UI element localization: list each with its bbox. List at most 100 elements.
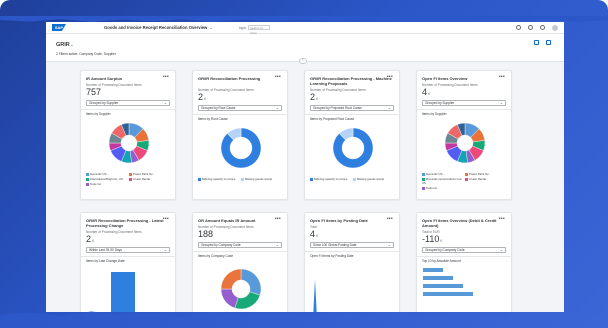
kpi-value: 188	[198, 229, 214, 239]
ovp-card[interactable]: GR/IR Reconciliation Processing - Machin…	[304, 70, 400, 200]
card-chart[interactable]	[81, 117, 176, 200]
legend-swatch	[465, 177, 468, 181]
ovp-card[interactable]: Open FI Items Overview ••• Number of Proce…	[416, 70, 512, 200]
shell-bar: SAP Goods and Invoice Receipt Reconcilia…	[46, 22, 564, 35]
card-chart[interactable]	[305, 122, 400, 200]
group-by-select[interactable]: Grouped by Supplier	[422, 100, 506, 106]
ovp-card[interactable]: GR/IR Reconciliation Processing ••• Number…	[192, 70, 288, 200]
card-chart[interactable]	[305, 259, 400, 312]
app-title[interactable]: Goods and Invoice Receipt Reconciliation…	[104, 25, 207, 30]
legend-label: Tools Inc.	[90, 182, 102, 186]
bar[interactable]	[111, 272, 135, 312]
more-icon[interactable]: •••	[499, 74, 505, 80]
card-title[interactable]: IR Amount Surplus	[86, 76, 170, 81]
card-title[interactable]: Open FI Items by Posting Date	[310, 218, 394, 223]
card-chart[interactable]	[417, 264, 512, 312]
kpi-unit: K	[440, 239, 443, 243]
legend-label: Domestic US...	[90, 172, 109, 176]
group-by-select[interactable]: Grouped by Supplier	[86, 100, 170, 106]
donut-slice[interactable]	[220, 288, 239, 309]
collapse-header-button[interactable]: ⌃	[299, 58, 307, 64]
bar[interactable]	[423, 292, 473, 296]
gear-icon[interactable]	[528, 24, 533, 30]
area-series[interactable]	[313, 279, 317, 312]
more-icon[interactable]: •••	[499, 216, 505, 222]
card-title[interactable]: GR/IR Reconciliation Processing	[198, 76, 282, 81]
group-by-select[interactable]: Grouped by Root Cause	[198, 105, 282, 111]
more-icon[interactable]: •••	[387, 74, 393, 80]
legend-swatch	[353, 177, 356, 181]
group-by-select[interactable]: Grouped by Company Code	[422, 247, 506, 253]
page-title[interactable]: GRIR	[56, 42, 70, 48]
ovp-card[interactable]: GR/IR Reconciliation Processing - Latest…	[80, 212, 176, 312]
legend-item[interactable]: Power Parts Inc.	[129, 172, 172, 176]
chevron-down-icon[interactable]: ⌄	[209, 25, 212, 30]
legend-swatch	[465, 172, 468, 176]
ovp-card[interactable]: Open FI Items Overview (Debit & Credit A…	[416, 212, 512, 312]
legend-swatch	[422, 186, 425, 190]
more-icon[interactable]: •••	[163, 74, 169, 80]
ovp-card[interactable]: Open FI Items by Posting Date ••• Total 4K S…	[304, 212, 400, 312]
kpi-value: 2K	[198, 92, 207, 102]
bar[interactable]	[423, 268, 443, 272]
card-title[interactable]: GR Amount Equals IR Amount	[198, 218, 282, 223]
legend-item[interactable]: Differing quantity in invoice	[310, 177, 353, 181]
legend-item[interactable]: International Bright Ac. US	[86, 177, 129, 181]
donut-slice[interactable]	[220, 268, 242, 290]
chart-title: Items by Last Change Date	[86, 259, 125, 263]
card-title[interactable]: GR/IR Reconciliation Processing - Latest…	[86, 218, 170, 228]
card-chart[interactable]	[193, 122, 288, 200]
chart-legend: Differing quantity in invoice Missing goo…	[198, 177, 284, 181]
more-icon[interactable]: •••	[275, 74, 281, 80]
more-icon[interactable]: •••	[275, 216, 281, 222]
legend-swatch	[198, 177, 201, 181]
search-input[interactable]: Search in: Apps	[247, 25, 270, 35]
group-by-select[interactable]: Since 100 Global Posting Date	[310, 242, 394, 248]
donut-slice[interactable]	[234, 291, 261, 310]
legend-item[interactable]: Crown Rental	[129, 177, 172, 181]
card-title[interactable]: Open FI Items Overview	[422, 76, 506, 81]
card-chart[interactable]	[81, 264, 176, 312]
more-icon[interactable]: •••	[163, 216, 169, 222]
ovp-card[interactable]: GR Amount Equals IR Amount ••• Number of P…	[192, 212, 288, 312]
legend-item[interactable]: Domestic US...	[86, 172, 129, 176]
legend-item[interactable]: Power Parts Inc.	[465, 172, 508, 176]
bar[interactable]	[423, 284, 463, 288]
legend-item[interactable]: Missing goods receipt	[353, 177, 396, 181]
legend-label: Differing quantity in invoice	[202, 177, 236, 181]
legend-swatch	[86, 177, 89, 181]
settings-icon[interactable]	[546, 40, 551, 45]
sap-logo[interactable]: SAP	[52, 24, 66, 31]
kpi-value: 2K	[86, 234, 95, 244]
group-by-select[interactable]: Within Last 25-90 Days	[86, 247, 170, 253]
legend-item[interactable]: Tools Inc.	[422, 186, 465, 190]
legend-item[interactable]: Differing quantity in invoice	[198, 177, 241, 181]
chevron-down-icon[interactable]: ⌄	[70, 42, 74, 48]
legend-item[interactable]: Domestic semiconductor Ind. US	[422, 177, 465, 185]
legend-item[interactable]: Crown Rental	[465, 177, 508, 185]
kpi-value: 4K	[422, 87, 431, 97]
legend-item[interactable]: Missing goods receipt	[241, 177, 284, 181]
avatar[interactable]	[552, 24, 558, 31]
card-title[interactable]: GR/IR Reconciliation Processing - Machin…	[310, 76, 394, 86]
more-icon[interactable]: •••	[387, 216, 393, 222]
kpi-value: 2K	[310, 92, 319, 102]
ovp-card[interactable]: IR Amount Surplus ••• Number of Processing…	[80, 70, 176, 200]
apps-tag[interactable]: Apps	[239, 26, 246, 30]
legend-item[interactable]: Domestic US...	[422, 172, 465, 176]
card-title[interactable]: Open FI Items Overview (Debit & Credit A…	[422, 218, 506, 228]
legend-swatch	[129, 177, 132, 181]
share-icon[interactable]	[534, 40, 539, 45]
kpi-unit: K	[92, 239, 95, 243]
legend-item[interactable]: Tools Inc.	[86, 182, 129, 186]
legend-swatch	[310, 177, 313, 181]
group-by-select[interactable]: Grouped by Proposed Root Cause	[310, 105, 394, 111]
chart-title: Items by Supplier	[422, 112, 447, 116]
group-by-select[interactable]: Grouped by Company Code	[198, 242, 282, 248]
card-chart[interactable]	[193, 259, 288, 312]
bell-icon[interactable]	[540, 24, 545, 30]
search-icon[interactable]	[516, 24, 521, 30]
bar[interactable]	[423, 276, 453, 280]
legend-label: Domestic US...	[426, 172, 445, 176]
donut-slice[interactable]	[240, 268, 262, 296]
